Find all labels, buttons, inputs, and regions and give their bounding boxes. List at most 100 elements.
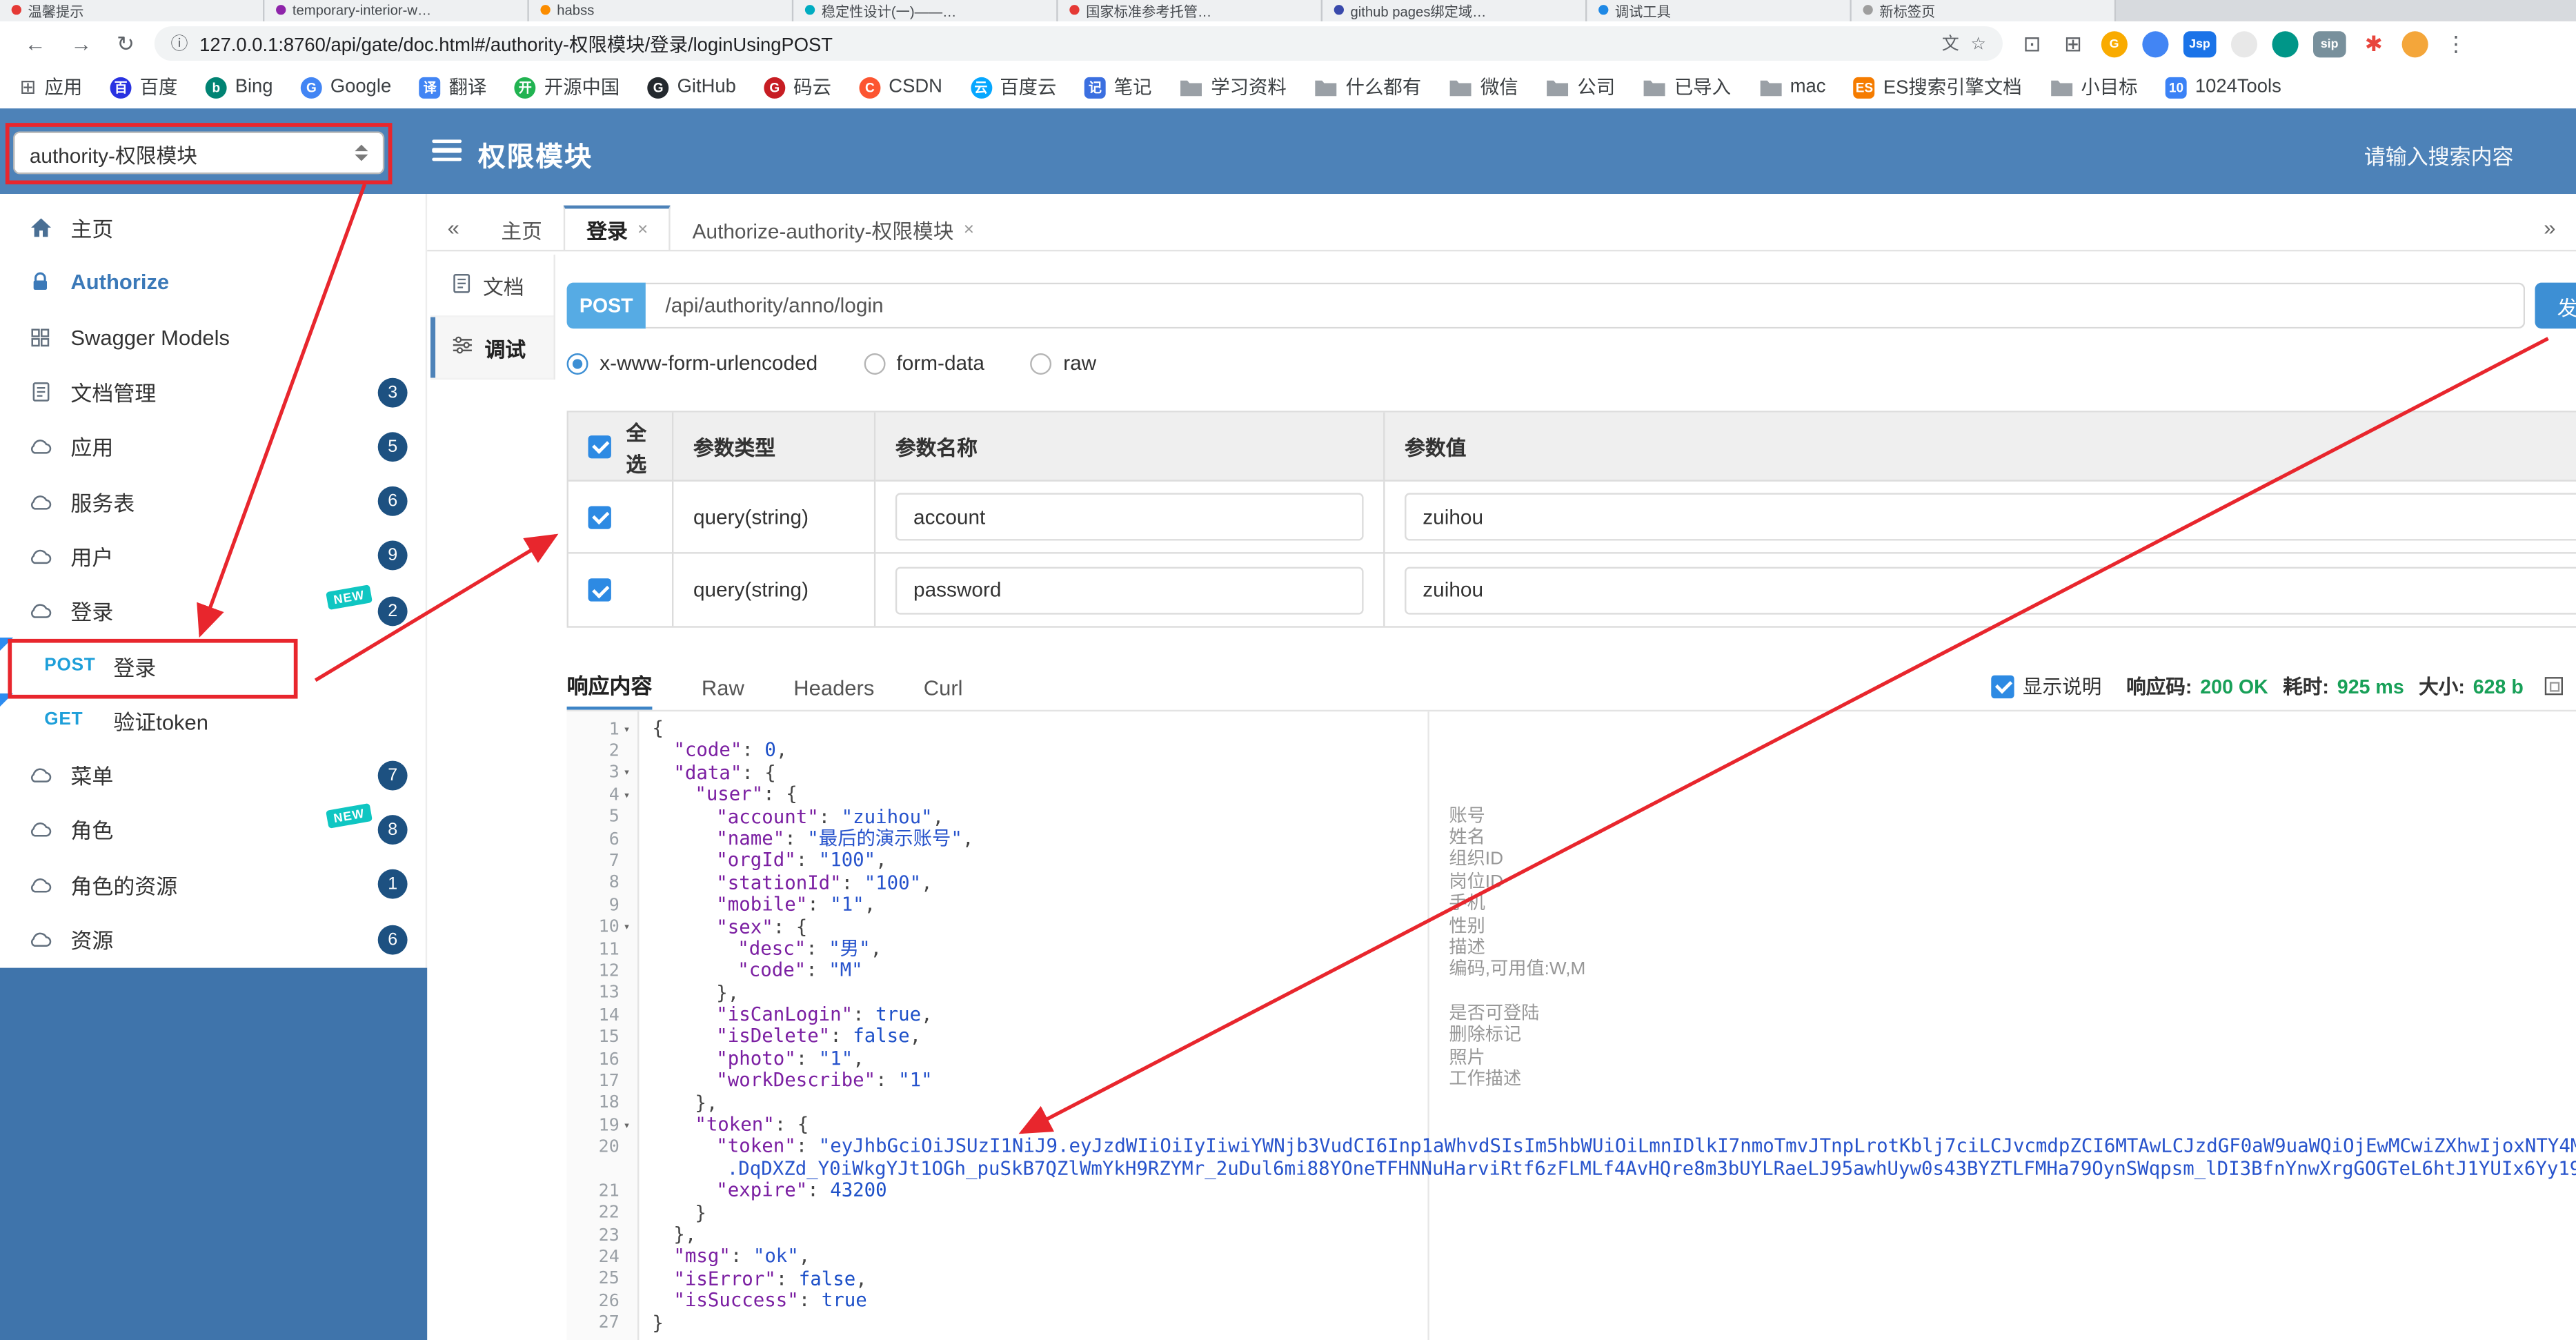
fold-arrow-icon[interactable]: ▾ (620, 722, 634, 736)
bookmark-item[interactable]: 百百度 (110, 74, 177, 100)
extension-sip-icon[interactable]: sip (2312, 30, 2346, 57)
bookmark-item[interactable]: 记笔记 (1084, 74, 1152, 100)
sidebar-item[interactable]: Swagger Models (0, 310, 426, 364)
bookmark-item[interactable]: C CSDN (859, 76, 942, 98)
bookmark-item[interactable]: ⊞ 应用 (20, 74, 83, 100)
profile-avatar[interactable] (2401, 30, 2428, 57)
param-value-input[interactable] (1405, 493, 2576, 541)
row-checkbox[interactable] (588, 578, 611, 602)
param-value-input[interactable] (1405, 566, 2576, 614)
code-line: "isSuccess": true (673, 1288, 867, 1312)
page-info-icon[interactable]: ⓘ (170, 31, 188, 56)
body-type-option-raw[interactable]: raw (1030, 352, 1096, 375)
close-icon[interactable]: × (637, 219, 648, 239)
sidebar-item[interactable]: 应用 5 (0, 420, 426, 474)
extension-jsp-icon[interactable]: Jsp (2183, 30, 2217, 57)
sidebar-item[interactable]: 登录 NEW 2 (0, 584, 426, 638)
param-name-input[interactable] (895, 566, 1364, 614)
fold-arrow-icon[interactable]: ▾ (620, 920, 634, 934)
bookmark-item[interactable]: G Google (301, 76, 392, 98)
bookmark-item[interactable]: 学习资料 (1180, 74, 1287, 100)
bookmark-item[interactable]: 10 1024Tools (2166, 76, 2281, 98)
bookmark-label: Google (330, 77, 392, 97)
chevron-left-icon[interactable]: « (427, 206, 479, 250)
browser-menu-icon[interactable]: ⋮ (2443, 30, 2469, 57)
response-body-editor[interactable]: 1 ▾ 2 3 ▾ 4 ▾ 5 6 7 8 9 10 ▾ 11 12 13 14 15 16 17 18 19 ▾ 20 21 22… (566, 709, 2576, 1340)
extension-globe-icon[interactable] (2142, 30, 2169, 57)
sidebar-item[interactable]: 资源 6 (0, 912, 426, 966)
row-checkbox[interactable] (588, 505, 611, 529)
bookmark-item[interactable]: 开开源中国 (514, 74, 620, 100)
select-all-checkbox[interactable] (588, 434, 611, 458)
extension-shield-icon[interactable] (2272, 30, 2299, 57)
browser-tab[interactable]: 稳定性设计(一)——… (793, 0, 1058, 21)
response-tab-Curl[interactable]: Curl (924, 676, 963, 710)
sidebar-item[interactable]: Authorize (0, 255, 426, 310)
doc-tab[interactable]: 主页 (479, 206, 563, 250)
doc-tab[interactable]: 登录 × (563, 205, 671, 250)
param-name-input[interactable] (895, 493, 1364, 541)
fold-arrow-icon[interactable]: ▾ (620, 767, 634, 780)
browser-tab[interactable]: 温馨提示 (0, 0, 265, 21)
doc-tab[interactable]: Authorize-authority-权限模块 × (671, 206, 995, 250)
hamburger-icon[interactable] (432, 139, 462, 166)
sidebar-item[interactable]: 角色的资源 1 (0, 857, 426, 912)
bookmark-item[interactable]: 什么都有 (1314, 74, 1421, 100)
translate-icon[interactable]: 文 (1942, 31, 1959, 56)
bookmark-item[interactable]: mac (1758, 77, 1825, 97)
response-tab-Headers[interactable]: Headers (793, 676, 874, 710)
response-tab-Raw[interactable]: Raw (702, 676, 744, 710)
bookmark-item[interactable]: G 码云 (764, 74, 831, 100)
bookmark-item[interactable]: 小目标 (2050, 74, 2138, 100)
fold-arrow-icon[interactable]: ▾ (620, 789, 634, 802)
body-type-option-urlencoded[interactable]: x-www-form-urlencoded (566, 352, 818, 375)
header-search-input[interactable]: 请输入搜索内容 (2364, 139, 2514, 170)
browser-tab[interactable]: github pages绑定域… (1322, 0, 1587, 21)
sidebar-endpoint-get-验证token[interactable]: GET 验证token (0, 693, 426, 747)
browser-tab[interactable]: 调试工具 (1587, 0, 1852, 21)
bookmark-item[interactable]: ES ES搜索引擎文档 (1853, 74, 2022, 100)
module-select[interactable]: authority-权限模块 (13, 131, 385, 175)
extensions-puzzle-icon[interactable]: ⊞ (2060, 30, 2086, 57)
request-url-field[interactable]: /api/authority/anno/login (645, 282, 2526, 329)
sidebar-item[interactable]: 文档管理 3 (0, 364, 426, 419)
back-icon[interactable]: ← (25, 30, 46, 57)
browser-tab[interactable]: habss (528, 0, 794, 21)
extension-flower-icon[interactable]: ✱ (2361, 30, 2387, 57)
show-description-checkbox[interactable] (1991, 674, 2015, 698)
sidebar-item[interactable]: 主页 (0, 201, 426, 255)
bookmark-item[interactable]: 译翻译 (419, 74, 486, 100)
bookmark-item[interactable]: 公司 (1546, 74, 1615, 100)
fold-arrow-icon[interactable]: ▾ (620, 1119, 634, 1132)
bookmark-item[interactable]: b Bing (205, 76, 273, 98)
bookmark-item[interactable]: 微信 (1449, 74, 1518, 100)
chevron-right-icon[interactable]: » (2524, 206, 2576, 250)
browser-tab[interactable]: 新标签页 (1851, 0, 2117, 21)
browser-tab[interactable]: temporary-interior-w… (264, 0, 529, 21)
bookmark-item[interactable]: 已导入 (1643, 74, 1731, 100)
bookmark-item[interactable]: 云百度云 (970, 74, 1056, 100)
sidebar-item[interactable]: 用户 9 (0, 529, 426, 583)
sidebar-item[interactable]: 服务表 6 (0, 474, 426, 529)
extension-ring-icon[interactable] (2230, 30, 2257, 57)
bookmark-label: CSDN (889, 77, 942, 97)
body-type-option-formdata[interactable]: form-data (863, 352, 984, 375)
browser-tab[interactable]: 国家标准参考托管… (1058, 0, 1323, 21)
screenshot-icon[interactable]: ⊡ (2019, 30, 2045, 57)
extension-orange-icon[interactable]: G (2101, 30, 2128, 57)
forward-icon[interactable]: → (70, 30, 92, 57)
fullscreen-icon[interactable] (2544, 677, 2563, 696)
subnav-item-debug[interactable]: 调试 (430, 317, 554, 380)
bookmark-item[interactable]: G GitHub (647, 76, 736, 98)
address-bar[interactable]: ⓘ 127.0.0.1:8760/api/gate/doc.html#/auth… (154, 26, 2003, 61)
bookmark-favicon: 记 (1084, 76, 1106, 98)
sidebar-item[interactable]: 菜单 7 (0, 747, 426, 802)
subnav-item-doc[interactable]: 文档 (430, 255, 554, 317)
bookmark-star-icon[interactable]: ☆ (1970, 34, 1985, 54)
response-tab-响应内容[interactable]: 响应内容 (566, 669, 653, 710)
close-icon[interactable]: × (964, 219, 974, 239)
sidebar-item[interactable]: 角色 NEW 8 (0, 802, 426, 857)
sidebar-endpoint-post-登录[interactable]: POST 登录 (0, 638, 426, 693)
send-button[interactable]: 发送 (2535, 282, 2576, 329)
reload-icon[interactable]: ↻ (117, 30, 135, 57)
